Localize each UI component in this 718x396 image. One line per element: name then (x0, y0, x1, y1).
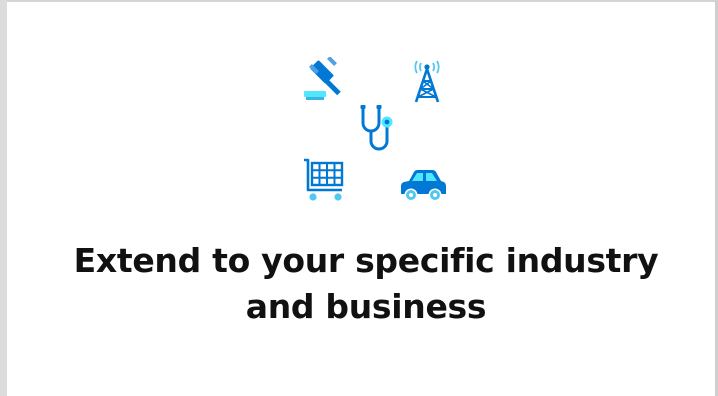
top-border (7, 0, 718, 2)
headline: Extend to your specific industry and bus… (73, 241, 659, 326)
gavel-icon (302, 57, 354, 103)
stethoscope-icon (356, 103, 398, 155)
car-icon (398, 168, 448, 204)
industry-panel: Extend to your specific industry and bus… (0, 0, 718, 396)
cell-tower-icon (408, 55, 446, 105)
shopping-cart-icon (302, 156, 348, 204)
left-border (0, 0, 7, 396)
